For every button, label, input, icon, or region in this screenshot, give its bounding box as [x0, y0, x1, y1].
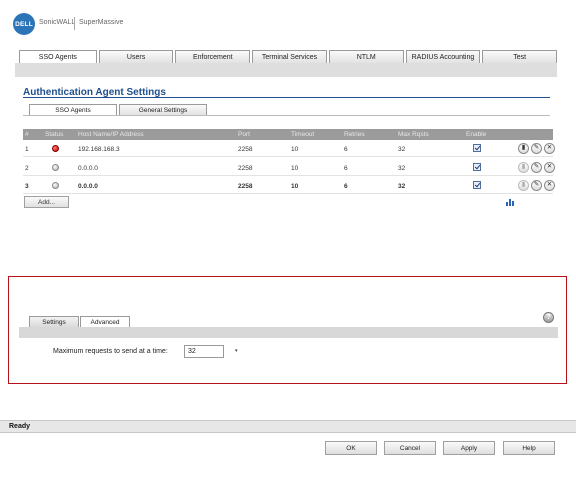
row-retries: 6	[344, 183, 348, 190]
row-host: 0.0.0.0	[78, 183, 98, 190]
subtab-general-settings[interactable]: General Settings	[119, 104, 207, 115]
stats-all-icon[interactable]	[505, 196, 516, 207]
col-header-timeout: Timeout	[291, 131, 315, 138]
tab-terminal-services[interactable]: Terminal Services	[252, 50, 327, 63]
max-requests-label: Maximum requests to send at a time:	[53, 348, 168, 355]
max-requests-input[interactable]	[184, 345, 224, 358]
row-timeout: 10	[291, 165, 299, 172]
delete-icon[interactable]: ✕	[544, 162, 555, 173]
subtab-sso-agents[interactable]: SSO Agents	[29, 104, 117, 115]
tab-users[interactable]: Users	[98, 50, 174, 63]
cancel-button[interactable]: Cancel	[384, 441, 436, 455]
col-header-retries: Retries	[344, 131, 365, 138]
tab-enforcement[interactable]: Enforcement	[175, 50, 251, 63]
ok-button[interactable]: OK	[325, 441, 377, 455]
delete-icon[interactable]: ✕	[544, 180, 555, 191]
dell-logo: DELL	[13, 13, 35, 35]
row-max-requests: 32	[398, 183, 406, 190]
status-bar	[0, 420, 576, 433]
apply-button[interactable]: Apply	[443, 441, 495, 455]
edit-icon[interactable]: ✎	[531, 143, 542, 154]
help-button[interactable]: Help	[503, 441, 555, 455]
status-red-icon	[52, 145, 59, 152]
status-text: Ready	[9, 423, 31, 430]
brand-separator	[74, 17, 75, 30]
edit-icon[interactable]: ✎	[531, 180, 542, 191]
row-max-requests: 32	[398, 146, 406, 153]
status-gray-icon	[52, 164, 59, 171]
stats-icon[interactable]: ▮	[518, 143, 529, 154]
row-max-requests: 32	[398, 165, 406, 172]
row-index: 2	[25, 165, 29, 172]
row-port: 2258	[238, 146, 253, 153]
col-header-host: Host Name/IP Address	[78, 131, 144, 138]
field-marker-icon: ▾	[235, 348, 238, 354]
row-retries: 6	[344, 165, 348, 172]
enable-checkbox[interactable]	[473, 144, 481, 152]
brand-supermassive: SuperMassive	[79, 19, 124, 26]
stats-icon[interactable]: ▮	[518, 180, 529, 191]
panel-tab-band	[19, 327, 558, 338]
enable-checkbox[interactable]	[473, 163, 481, 171]
row-port: 2258	[238, 165, 253, 172]
help-icon[interactable]: ?	[543, 312, 554, 323]
row-index: 1	[25, 146, 29, 153]
subtab-divider	[23, 115, 550, 116]
tab-sso-agents[interactable]: SSO Agents	[19, 50, 97, 63]
delete-icon[interactable]: ✕	[544, 143, 555, 154]
row-index: 3	[25, 183, 29, 190]
row-retries: 6	[344, 146, 348, 153]
row-host: 192.168.168.3	[78, 146, 120, 153]
brand-sonicwall: SonicWALL	[39, 19, 76, 26]
tab-radius-accounting[interactable]: RADIUS Accounting	[405, 50, 481, 63]
row-host: 0.0.0.0	[78, 165, 98, 172]
tab-content-band	[15, 63, 557, 77]
row-timeout: 10	[291, 146, 299, 153]
enable-checkbox[interactable]	[473, 181, 481, 189]
tab-ntlm[interactable]: NTLM	[328, 50, 404, 63]
edit-icon[interactable]: ✎	[531, 162, 542, 173]
stats-icon[interactable]: ▮	[518, 162, 529, 173]
row-timeout: 10	[291, 183, 299, 190]
col-header-port: Port	[238, 131, 250, 138]
col-header-status: Status	[45, 131, 64, 138]
row-port: 2258	[238, 183, 253, 190]
col-header-index: #	[25, 131, 29, 138]
tab-test[interactable]: Test	[482, 50, 558, 63]
col-header-enable: Enable	[466, 131, 487, 138]
title-divider	[23, 97, 550, 98]
col-header-max-requests[interactable]: Max Rqsts	[398, 131, 429, 138]
top-tab-bar: SSO Agents Users Enforcement Terminal Se…	[19, 50, 559, 63]
add-agent-button[interactable]: Add...	[24, 196, 69, 208]
status-gray-icon	[52, 182, 59, 189]
